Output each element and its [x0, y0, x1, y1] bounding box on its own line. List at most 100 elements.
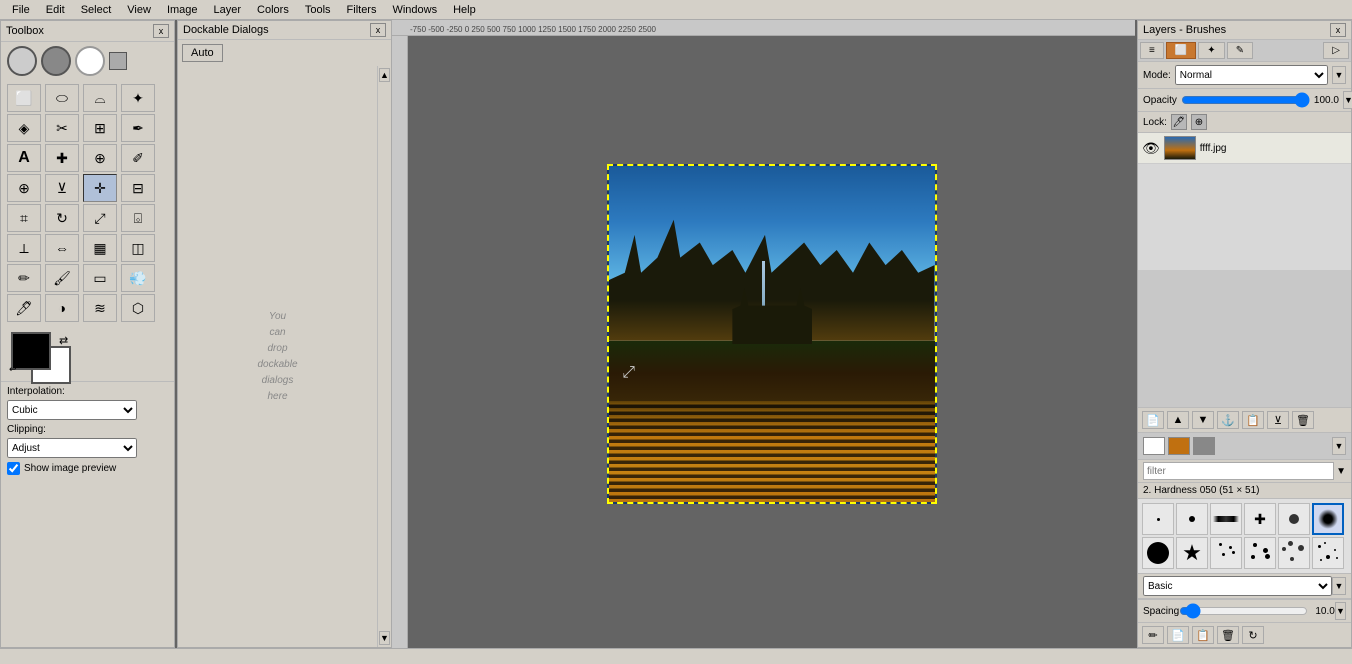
- text-tool[interactable]: A: [7, 144, 41, 172]
- brush-item-scatter-sm[interactable]: [1210, 537, 1242, 569]
- raise-layer-btn[interactable]: ▲: [1167, 411, 1189, 429]
- align-tool[interactable]: ⊟: [121, 174, 155, 202]
- menu-file[interactable]: File: [4, 2, 38, 18]
- show-preview-checkbox[interactable]: [7, 462, 20, 475]
- dock-scroll-down[interactable]: ▼: [379, 631, 390, 645]
- layer-mode-select[interactable]: Normal Dissolve Multiply Screen Overlay: [1175, 65, 1328, 85]
- brush-item-plus[interactable]: ✚: [1244, 503, 1276, 535]
- tool-small-swatch[interactable]: [109, 52, 127, 70]
- menu-image[interactable]: Image: [159, 2, 206, 18]
- menu-windows[interactable]: Windows: [384, 2, 445, 18]
- layer-visibility-icon[interactable]: 👁: [1142, 140, 1160, 157]
- swap-colors-icon[interactable]: ⇄: [59, 334, 68, 347]
- lock-position-btn[interactable]: ⊕: [1191, 114, 1207, 130]
- brush-item-soft-md[interactable]: [1312, 503, 1344, 535]
- duplicate-layer-btn[interactable]: 📋: [1242, 411, 1264, 429]
- brush-swatch-amber[interactable]: [1168, 437, 1190, 455]
- shear-tool[interactable]: ⌺: [121, 204, 155, 232]
- bucket-fill-tool[interactable]: ▦: [83, 234, 117, 262]
- move-tool active[interactable]: ✛: [83, 174, 117, 202]
- tab-paint[interactable]: ✎: [1227, 42, 1253, 59]
- fg-color-swatch[interactable]: [11, 332, 51, 370]
- layers-panel-close-btn[interactable]: x: [1330, 23, 1346, 37]
- brush-item-dot-sm[interactable]: [1176, 503, 1208, 535]
- dock-close-btn[interactable]: x: [370, 23, 386, 37]
- ellipse-select-tool[interactable]: ⬭: [45, 84, 79, 112]
- auto-button[interactable]: Auto: [182, 44, 223, 62]
- airbrush-tool[interactable]: 💨: [121, 264, 155, 292]
- blend-tool[interactable]: ◫: [121, 234, 155, 262]
- lower-layer-btn[interactable]: ▼: [1192, 411, 1214, 429]
- layer-item-ffff[interactable]: 👁 ffff.jpg: [1138, 133, 1351, 164]
- brush-item-line[interactable]: [1210, 503, 1242, 535]
- convolve-tool[interactable]: ⬡: [121, 294, 155, 322]
- tab-brushes[interactable]: ✦: [1198, 42, 1224, 59]
- brush-item-splatter[interactable]: [1312, 537, 1344, 569]
- crop-tool[interactable]: ⌗: [7, 204, 41, 232]
- rect-select-tool[interactable]: ⬜: [7, 84, 41, 112]
- pencil-tool[interactable]: ✏: [7, 264, 41, 292]
- merge-layer-btn[interactable]: ⊻: [1267, 411, 1289, 429]
- brush-item-scatter-xl[interactable]: [1278, 537, 1310, 569]
- menu-edit[interactable]: Edit: [38, 2, 73, 18]
- free-select-tool[interactable]: ⌓: [83, 84, 117, 112]
- perspective-tool[interactable]: ⟂: [7, 234, 41, 262]
- ink-tool[interactable]: 🖊: [7, 294, 41, 322]
- paths-tool[interactable]: ✒: [121, 114, 155, 142]
- scale-tool[interactable]: ⤢: [83, 204, 117, 232]
- menu-colors[interactable]: Colors: [249, 2, 297, 18]
- edit-brush-action-btn[interactable]: ✏: [1142, 626, 1164, 644]
- scissors-select-tool[interactable]: ✂: [45, 114, 79, 142]
- dock-scrollbar[interactable]: ▲ ▼: [377, 66, 391, 647]
- interpolation-select[interactable]: Cubic Linear None: [7, 400, 137, 420]
- brush-item-dot-xs[interactable]: [1142, 503, 1174, 535]
- mode-expand-btn[interactable]: ▼: [1332, 66, 1346, 84]
- menu-help[interactable]: Help: [445, 2, 484, 18]
- menu-select[interactable]: Select: [73, 2, 120, 18]
- panel-expand-btn[interactable]: ▷: [1323, 42, 1349, 59]
- refresh-brush-action-btn[interactable]: ↻: [1242, 626, 1264, 644]
- brush-item-star[interactable]: ★: [1176, 537, 1208, 569]
- lock-pixels-btn[interactable]: 🖊: [1171, 114, 1187, 130]
- clipping-select[interactable]: Adjust Clip Wrap: [7, 438, 137, 458]
- duplicate-brush-action-btn[interactable]: 📋: [1192, 626, 1214, 644]
- new-brush-action-btn[interactable]: 📄: [1167, 626, 1189, 644]
- flip-tool[interactable]: ⇔: [45, 234, 79, 262]
- tab-layers[interactable]: ≡: [1140, 42, 1164, 59]
- smudge-tool[interactable]: ≋: [83, 294, 117, 322]
- color-select-tool[interactable]: ◈: [7, 114, 41, 142]
- menu-view[interactable]: View: [119, 2, 159, 18]
- brush-filter-arrow[interactable]: ▼: [1336, 466, 1346, 477]
- brush-swatch-white[interactable]: [1143, 437, 1165, 455]
- paintbrush-tool[interactable]: 🖌: [45, 264, 79, 292]
- image-canvas[interactable]: [607, 164, 937, 504]
- menu-layer[interactable]: Layer: [206, 2, 250, 18]
- toolbox-close-btn[interactable]: x: [153, 24, 169, 38]
- brush-mode-expand[interactable]: ▼: [1332, 577, 1346, 595]
- brush-swatches-expand[interactable]: ▼: [1332, 437, 1346, 455]
- spacing-expand[interactable]: ▼: [1335, 602, 1346, 620]
- delete-layer-btn[interactable]: 🗑: [1292, 411, 1314, 429]
- spacing-slider[interactable]: [1179, 605, 1308, 617]
- brush-item-scatter-lg[interactable]: [1244, 537, 1276, 569]
- dock-scroll-up[interactable]: ▲: [379, 68, 390, 82]
- brush-mode-select[interactable]: Basic Advanced: [1143, 576, 1332, 596]
- measure-tool[interactable]: ⊻: [45, 174, 79, 202]
- brush-swatch-gray[interactable]: [1193, 437, 1215, 455]
- color-picker-tool[interactable]: ✐: [121, 144, 155, 172]
- reset-colors-icon[interactable]: ↩: [9, 364, 17, 375]
- dodge-burn-tool[interactable]: ◑: [45, 294, 79, 322]
- brush-filter-input[interactable]: [1143, 462, 1334, 480]
- zoom-tool[interactable]: ⊕: [7, 174, 41, 202]
- brush-item-circle-sm[interactable]: [1278, 503, 1310, 535]
- opacity-slider[interactable]: [1181, 94, 1310, 106]
- anchor-layer-btn[interactable]: ⚓: [1217, 411, 1239, 429]
- clone-tool[interactable]: ⊕: [83, 144, 117, 172]
- tab-channels[interactable]: ⬜: [1166, 42, 1196, 59]
- foreground-select-tool[interactable]: ⊞: [83, 114, 117, 142]
- eraser-tool[interactable]: ▭: [83, 264, 117, 292]
- fuzzy-select-tool[interactable]: ✦: [121, 84, 155, 112]
- menu-filters[interactable]: Filters: [339, 2, 385, 18]
- opacity-expand-btn[interactable]: ▼: [1343, 91, 1352, 109]
- rotate-tool[interactable]: ↻: [45, 204, 79, 232]
